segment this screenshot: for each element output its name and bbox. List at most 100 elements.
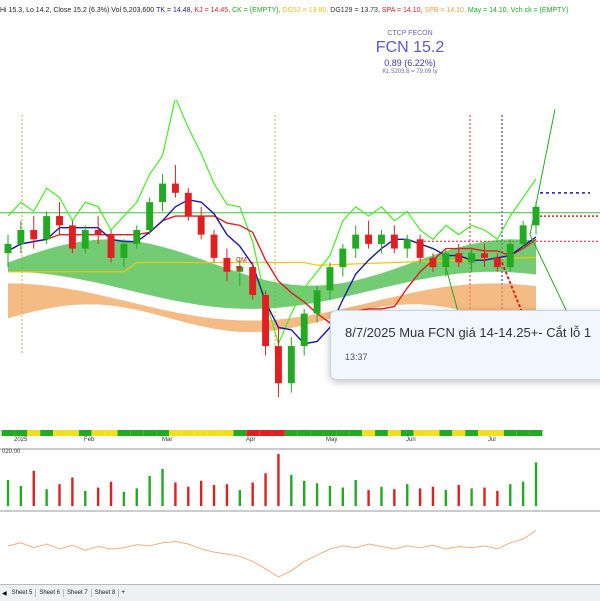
volume-bar — [71, 477, 74, 506]
candle-body — [94, 230, 102, 235]
add-sheet-icon[interactable]: + — [119, 590, 127, 596]
volume-bar — [199, 480, 203, 506]
volume-bar — [393, 489, 396, 506]
sheet-tab[interactable]: Sheet 5 — [9, 589, 37, 597]
candle-body — [133, 230, 141, 244]
candle-body — [493, 257, 501, 268]
volume-bar — [406, 484, 409, 506]
volume-bar — [354, 480, 357, 506]
candle-body — [468, 253, 476, 263]
sheet-tab[interactable]: Sheet 7 — [64, 589, 92, 597]
candle-body — [159, 183, 166, 203]
candle-body — [120, 243, 128, 258]
month-label: Jul — [488, 437, 496, 443]
volume-bar — [96, 487, 100, 506]
price-change: 0.89 (6.22%) — [384, 58, 436, 68]
candle-body — [326, 267, 334, 291]
candle-body — [455, 253, 463, 263]
company-name: CTCP FECON — [387, 30, 433, 37]
candle-body — [313, 290, 321, 314]
candle-body — [287, 346, 295, 384]
volume-chart — [0, 448, 600, 506]
candle-body — [378, 234, 385, 244]
oscillator-chart — [0, 510, 600, 578]
volume-bar — [315, 483, 319, 506]
volume-bar — [264, 473, 267, 506]
volume-bar — [135, 488, 138, 506]
ticker-price: FCN 15.2 — [375, 39, 445, 56]
indicator-header: Hi 15.3, Lo 14.2, Close 15.2 (6.3%) Vol … — [0, 0, 600, 22]
volume-bar — [534, 462, 538, 506]
candle-body — [352, 234, 360, 249]
volume-bar — [58, 484, 61, 506]
candle-body — [403, 239, 411, 249]
candle-body — [365, 234, 373, 244]
candle-body — [171, 183, 179, 193]
month-label: Mar — [162, 437, 173, 443]
volume-bar — [122, 491, 126, 506]
candle-body — [223, 257, 231, 272]
sheet-tab[interactable]: Sheet 8 — [92, 589, 120, 597]
trend-arrow — [529, 109, 556, 235]
month-label: 2025 — [14, 437, 28, 443]
candle-body — [519, 225, 527, 244]
cm-annotation: CM — [236, 257, 247, 264]
volume-bar — [496, 490, 499, 506]
candle-body — [274, 346, 282, 384]
volume-bar — [19, 485, 23, 506]
volume-bar — [380, 486, 383, 506]
header-item: SPA = 14.10, — [381, 7, 423, 14]
volume-bar — [277, 454, 280, 506]
volume-bar — [84, 490, 87, 506]
volume-bar — [174, 482, 177, 506]
candle-body — [17, 230, 25, 244]
candle-body — [4, 243, 12, 254]
volume-bar — [6, 480, 10, 506]
month-axis: 2025 Feb Mar Apr May Jun Jul — [0, 436, 600, 446]
volume-bar — [212, 485, 216, 506]
volume-bar — [290, 474, 293, 506]
candle-body — [68, 225, 76, 249]
candle-body — [81, 230, 89, 249]
volume-bar — [457, 485, 460, 506]
candle-body — [146, 202, 154, 230]
volume-bar — [444, 490, 448, 506]
volume-bar — [302, 480, 306, 506]
volume-bar — [251, 482, 254, 506]
candle-body — [429, 257, 437, 268]
volume-bar — [161, 469, 164, 506]
month-label: Jun — [406, 437, 416, 443]
candle-body — [249, 267, 257, 295]
candle-body — [481, 253, 488, 258]
scroll-left-icon[interactable]: ◀ — [0, 590, 9, 597]
header-item: CK = {EMPTY}, — [232, 7, 281, 14]
candle-body — [197, 216, 205, 235]
candle-body — [56, 216, 63, 226]
candle-body — [210, 234, 218, 258]
candle-body — [262, 295, 270, 347]
month-label: May — [326, 437, 338, 443]
header-item: Hi 15.3, Lo 14.2, Close 15.2 (6.3%) Vol … — [0, 7, 155, 14]
sheet-tab[interactable]: Sheet 6 — [36, 589, 64, 597]
volume-bar — [148, 475, 151, 506]
volume-bar — [225, 484, 229, 506]
volume-bar — [45, 489, 48, 506]
candle-body — [107, 234, 115, 258]
notification-message: 8/7/2025 Mua FCN giá 14-14.25+- Cắt lỗ 1 — [345, 325, 592, 340]
candle-body — [416, 239, 424, 258]
volume-bar — [521, 481, 525, 506]
candle-body — [43, 216, 51, 240]
header-item: TK = 14.48, — [156, 7, 193, 14]
header-item: SPB = 14.10, — [424, 7, 466, 14]
volume-bar — [187, 486, 190, 506]
volume-bar — [418, 488, 422, 506]
volume-bar — [238, 490, 242, 506]
candle-body — [506, 243, 514, 268]
volume-bar — [367, 490, 370, 506]
volume-bar — [328, 485, 332, 506]
month-label: Feb — [84, 437, 95, 443]
notification-toast[interactable]: 8/7/2025 Mua FCN giá 14-14.25+- Cắt lỗ 1… — [330, 310, 600, 380]
notification-time: 13:37 — [345, 352, 368, 362]
oscillator-line — [7, 529, 537, 578]
volume-bar — [109, 481, 113, 506]
